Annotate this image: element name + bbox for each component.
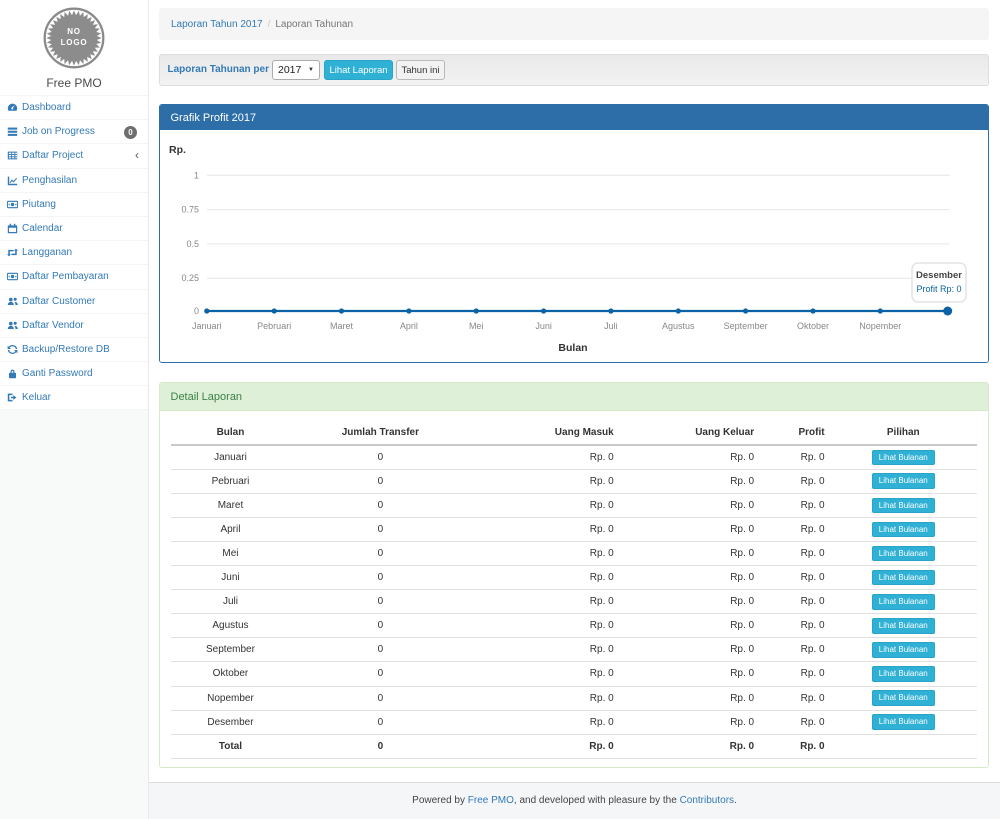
svg-text:0.75: 0.75 (181, 205, 199, 215)
svg-text:Oktober: Oktober (797, 321, 829, 331)
svg-text:Rp.: Rp. (169, 144, 186, 156)
svg-text:1: 1 (194, 170, 199, 180)
svg-text:Profit Rp: 0: Profit Rp: 0 (916, 284, 961, 294)
svg-text:Agustus: Agustus (662, 321, 695, 331)
svg-text:September: September (724, 321, 768, 331)
svg-text:Juli: Juli (604, 321, 618, 331)
svg-text:LOGO: LOGO (61, 38, 88, 47)
svg-text:0: 0 (194, 306, 199, 316)
svg-text:0.25: 0.25 (181, 273, 199, 283)
svg-text:Mei: Mei (469, 321, 484, 331)
svg-text:Januari: Januari (192, 321, 222, 331)
svg-text:Maret: Maret (330, 321, 354, 331)
svg-text:0.5: 0.5 (186, 239, 199, 249)
svg-text:Nopember: Nopember (859, 321, 901, 331)
svg-text:April: April (400, 321, 418, 331)
svg-text:Pebruari: Pebruari (257, 321, 291, 331)
svg-text:Desember: Desember (916, 270, 962, 281)
svg-text:Juni: Juni (535, 321, 552, 331)
svg-text:Bulan: Bulan (558, 342, 587, 354)
svg-text:NO: NO (67, 27, 81, 36)
